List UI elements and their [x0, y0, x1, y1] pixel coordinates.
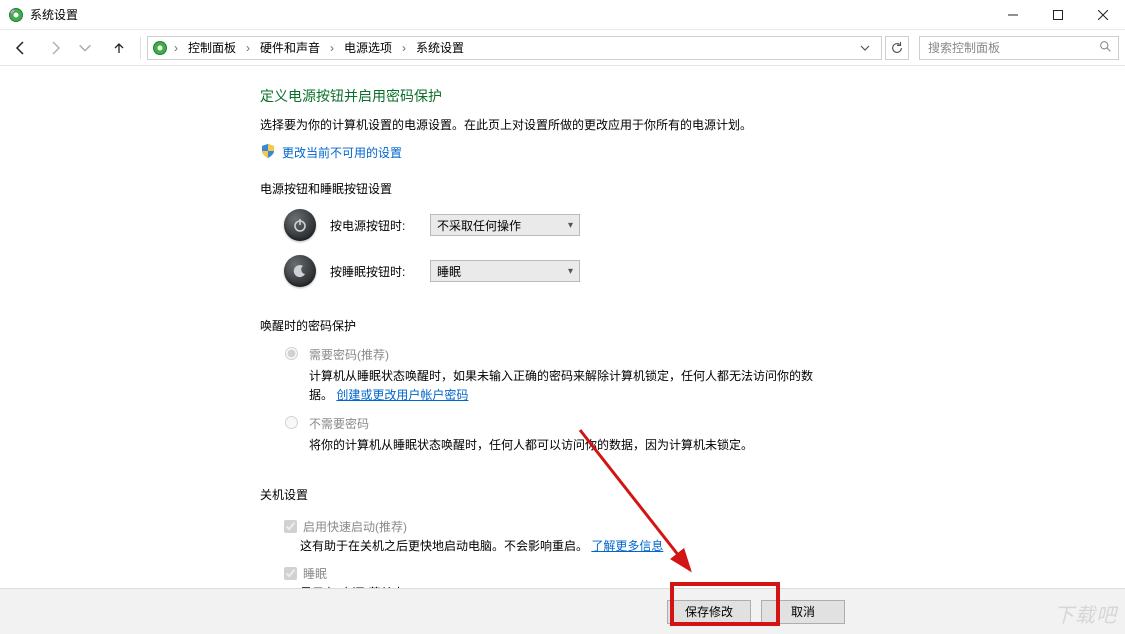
radio-require-password: 需要密码(推荐) 计算机从睡眠状态唤醒时，如果未输入正确的密码来解除计算机锁定，… — [280, 346, 910, 405]
power-button-label: 按电源按钮时: — [330, 217, 416, 234]
back-button[interactable] — [6, 34, 36, 62]
chevron-right-icon[interactable]: › — [172, 41, 180, 55]
radio-desc: 计算机从睡眠状态唤醒时，如果未输入正确的密码来解除计算机锁定，任何人都无法访问你… — [309, 367, 829, 405]
select-value: 睡眠 — [437, 263, 461, 280]
sleep-button-label: 按睡眠按钮时: — [330, 263, 416, 280]
radio-no-password: 不需要密码 将你的计算机从睡眠状态唤醒时，任何人都可以访问你的数据，因为计算机未… — [280, 415, 910, 455]
window-title: 系统设置 — [30, 6, 78, 23]
check-fast-startup: 启用快速启动(推荐) 这有助于在关机之后更快地启动电脑。不会影响重启。 了解更多… — [280, 515, 910, 554]
separator — [140, 37, 141, 59]
radio-desc: 将你的计算机从睡眠状态唤醒时，任何人都可以访问你的数据，因为计算机未锁定。 — [309, 436, 753, 455]
section-shutdown-title: 关机设置 — [260, 486, 910, 503]
save-button[interactable]: 保存修改 — [667, 600, 751, 624]
chevron-right-icon[interactable]: › — [400, 41, 408, 55]
checkbox-label: 启用快速启动(推荐) — [303, 520, 407, 534]
title-bar: 系统设置 — [0, 0, 1125, 30]
checkbox-desc-text: 这有助于在关机之后更快地启动电脑。不会影响重启。 — [300, 539, 588, 553]
breadcrumb-item[interactable]: 控制面板 — [184, 39, 240, 56]
chevron-right-icon[interactable]: › — [244, 41, 252, 55]
radio-label: 需要密码(推荐) — [309, 346, 829, 363]
footer-bar: 保存修改 取消 — [0, 588, 1125, 634]
close-button[interactable] — [1080, 0, 1125, 30]
address-bar-row: › 控制面板 › 硬件和声音 › 电源选项 › 系统设置 — [0, 30, 1125, 66]
watermark: 下载吧 — [1054, 599, 1117, 628]
sleep-icon — [284, 255, 316, 287]
app-icon — [8, 7, 24, 23]
refresh-button[interactable] — [885, 36, 909, 60]
power-icon — [284, 209, 316, 241]
shield-icon — [260, 143, 276, 162]
radio-label: 不需要密码 — [309, 415, 753, 432]
search-icon — [1099, 40, 1112, 56]
checkbox-input[interactable] — [284, 567, 297, 580]
power-button-row: 按电源按钮时: 不采取任何操作 ▾ — [284, 209, 910, 241]
search-input[interactable] — [926, 40, 1086, 56]
chevron-down-icon: ▾ — [568, 220, 573, 231]
chevron-right-icon[interactable]: › — [328, 41, 336, 55]
forward-button[interactable] — [40, 34, 70, 62]
breadcrumb-item[interactable]: 系统设置 — [412, 39, 468, 56]
breadcrumb-item[interactable]: 电源选项 — [340, 39, 396, 56]
select-value: 不采取任何操作 — [437, 217, 521, 234]
section-wake-title: 唤醒时的密码保护 — [260, 317, 910, 334]
chevron-down-icon: ▾ — [568, 266, 573, 277]
create-password-link[interactable]: 创建或更改用户帐户密码 — [336, 388, 468, 402]
sleep-button-row: 按睡眠按钮时: 睡眠 ▾ — [284, 255, 910, 287]
page-heading: 定义电源按钮并启用密码保护 — [260, 86, 910, 106]
section-power-title: 电源按钮和睡眠按钮设置 — [260, 180, 910, 197]
breadcrumb-bar[interactable]: › 控制面板 › 硬件和声音 › 电源选项 › 系统设置 — [147, 36, 882, 60]
page-subtext: 选择要为你的计算机设置的电源设置。在此页上对设置所做的更改应用于你所有的电源计划… — [260, 116, 910, 133]
checkbox-input[interactable] — [284, 520, 297, 533]
address-dropdown-button[interactable] — [853, 37, 877, 59]
location-icon — [152, 40, 168, 56]
radio-input[interactable] — [285, 416, 298, 429]
check-sleep: 睡眠 显示在"电源"菜单中。 — [280, 562, 910, 588]
breadcrumb-item[interactable]: 硬件和声音 — [256, 39, 324, 56]
admin-settings-link[interactable]: 更改当前不可用的设置 — [282, 144, 402, 161]
cancel-button[interactable]: 取消 — [761, 600, 845, 624]
up-button[interactable] — [104, 34, 134, 62]
checkbox-label: 睡眠 — [303, 567, 327, 581]
sleep-button-select[interactable]: 睡眠 ▾ — [430, 260, 580, 282]
content-area: 定义电源按钮并启用密码保护 选择要为你的计算机设置的电源设置。在此页上对设置所做… — [0, 66, 1125, 588]
checkbox-desc: 这有助于在关机之后更快地启动电脑。不会影响重启。 了解更多信息 — [300, 537, 910, 554]
search-box[interactable] — [919, 36, 1119, 60]
learn-more-link[interactable]: 了解更多信息 — [591, 539, 663, 553]
power-button-select[interactable]: 不采取任何操作 ▾ — [430, 214, 580, 236]
radio-input[interactable] — [285, 347, 298, 360]
recent-locations-button[interactable] — [70, 34, 100, 62]
maximize-button[interactable] — [1035, 0, 1080, 30]
minimize-button[interactable] — [990, 0, 1035, 30]
